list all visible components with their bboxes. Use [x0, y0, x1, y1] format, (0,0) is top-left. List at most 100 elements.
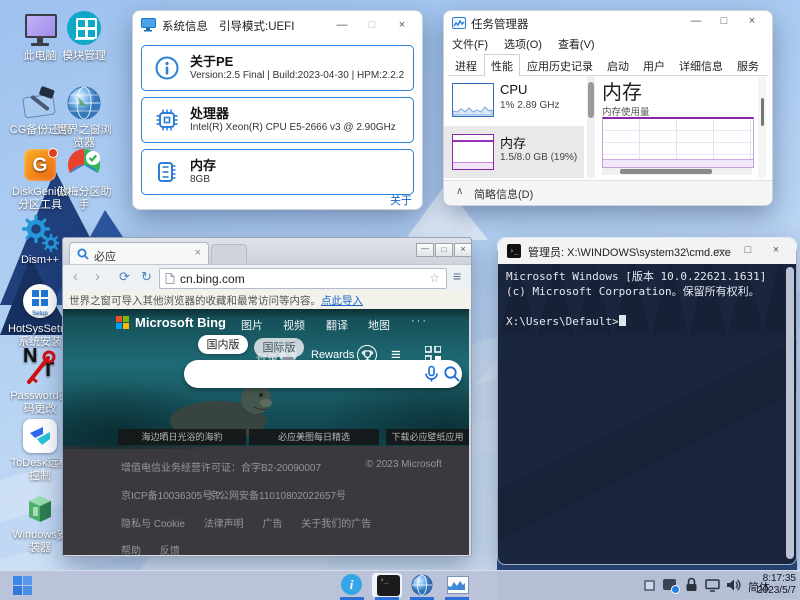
- bing-nav-images[interactable]: 图片: [241, 317, 263, 333]
- taskbar-app-browser[interactable]: [407, 573, 437, 597]
- close-button[interactable]: ×: [762, 237, 790, 263]
- back-button[interactable]: ‹: [73, 268, 78, 285]
- task-manager-titlebar[interactable]: 任务管理器 — □ ×: [444, 11, 772, 35]
- taskbar-app-taskmgr[interactable]: [442, 573, 472, 597]
- minimize-button[interactable]: —: [706, 237, 734, 263]
- bing-brand[interactable]: Microsoft Bing: [135, 315, 226, 330]
- intl-pill[interactable]: 国际版: [254, 338, 304, 357]
- search-icon[interactable]: [443, 365, 461, 383]
- desktop-icon-partition-assistant[interactable]: 傲梅分区助手: [52, 146, 116, 212]
- minimize-button[interactable]: —: [682, 9, 710, 33]
- memory-panel-title: 内存: [602, 76, 642, 105]
- search-box[interactable]: [184, 360, 462, 388]
- microsoft-logo: [116, 316, 129, 329]
- refresh-button[interactable]: ⟳: [119, 269, 130, 285]
- domestic-pill[interactable]: 国内版: [198, 335, 248, 354]
- tab-processes[interactable]: 进程: [448, 54, 484, 78]
- tab-details[interactable]: 详细信息: [672, 54, 730, 78]
- panel-scrollbar[interactable]: [758, 76, 766, 178]
- new-tab-button[interactable]: [211, 244, 247, 265]
- clock[interactable]: 8:17:35 2023/5/7: [742, 573, 796, 598]
- reload-button[interactable]: ↻: [141, 269, 152, 285]
- address-bar[interactable]: cn.bing.com ☆: [159, 268, 447, 289]
- address-text: cn.bing.com: [180, 272, 245, 286]
- ads-link[interactable]: 广告: [262, 519, 282, 530]
- network-tray-icon[interactable]: [705, 579, 720, 592]
- memory-label: 内存: [500, 133, 526, 152]
- cmd-titlebar[interactable]: ›_ 管理员: X:\WINDOWS\system32\cmd.exe — □ …: [498, 238, 796, 264]
- gears-icon: [21, 214, 59, 252]
- tab-services[interactable]: 服务: [730, 54, 766, 78]
- image-caption-mid[interactable]: 必应美图每日精选: [249, 429, 379, 445]
- taskbar-app-cmd[interactable]: ›_: [372, 573, 402, 598]
- tab-users[interactable]: 用户: [636, 54, 672, 78]
- lock-tray-icon[interactable]: [685, 577, 698, 592]
- image-caption-right[interactable]: 下载必应壁纸应用: [386, 429, 469, 445]
- module-manager-icon: [65, 10, 103, 48]
- desktop-icon-module-manager[interactable]: 模块管理: [52, 10, 116, 63]
- system-info-titlebar[interactable]: 系统信息 引导模式:UEFI — □ ×: [133, 11, 422, 39]
- about-link[interactable]: 关于: [390, 192, 412, 208]
- start-button[interactable]: [12, 575, 34, 597]
- memory-usage-graph: [602, 117, 754, 168]
- import-notice-text: 世界之窗可导入其他浏览器的收藏和最常访问等内容。: [69, 293, 321, 308]
- browser-minimize-button[interactable]: —: [416, 243, 434, 257]
- maximize-button[interactable]: □: [358, 11, 386, 39]
- card-title: 关于PE: [190, 51, 233, 70]
- bing-header: Microsoft Bing 图片 视频 翻译 地图 ···: [63, 313, 469, 333]
- tab-close-icon[interactable]: ×: [195, 247, 201, 259]
- tab-app-history[interactable]: 应用历史记录: [520, 54, 600, 78]
- maximize-button[interactable]: □: [710, 9, 738, 33]
- privacy-link[interactable]: 隐私与 Cookie: [121, 519, 185, 530]
- bing-nav-maps[interactable]: 地图: [368, 317, 390, 333]
- cmd-icon: ›_: [507, 244, 521, 258]
- tray-square-icon[interactable]: [644, 580, 655, 591]
- perf-memory-item[interactable]: 内存 1.5/8.0 GB (19%): [444, 126, 584, 178]
- icp-link[interactable]: 京ICP备10036305号-7: [121, 487, 221, 502]
- taskbar-app-sysinfo[interactable]: i: [337, 573, 367, 597]
- clock-date: 2023/5/7: [742, 585, 796, 597]
- cmd-line: (c) Microsoft Corporation。保留所有权利。: [506, 284, 782, 299]
- bing-nav-videos[interactable]: 视频: [283, 317, 305, 333]
- bookmark-star-icon[interactable]: ☆: [429, 271, 440, 285]
- cmd-scrollbar[interactable]: [786, 267, 794, 559]
- browser-close-button[interactable]: ×: [454, 243, 472, 257]
- bing-nav-translate[interactable]: 翻译: [326, 317, 348, 333]
- bing-nav-more-icon[interactable]: ···: [411, 315, 428, 327]
- volume-tray-icon[interactable]: [726, 578, 741, 592]
- forward-button[interactable]: ›: [95, 268, 100, 285]
- browser-maximize-button[interactable]: □: [435, 243, 453, 257]
- info-circle-icon: [155, 56, 179, 80]
- cmd-body[interactable]: Microsoft Windows [版本 10.0.22621.1631] (…: [498, 264, 796, 564]
- help-link[interactable]: 帮助: [121, 546, 141, 555]
- mic-icon[interactable]: [422, 365, 440, 383]
- menu-options[interactable]: 选项(O): [504, 36, 542, 52]
- memory-card[interactable]: 内存 8GB: [141, 149, 414, 195]
- close-button[interactable]: ×: [388, 11, 416, 39]
- import-link[interactable]: 点此导入: [321, 293, 363, 308]
- tab-performance[interactable]: 性能: [484, 54, 520, 78]
- browser-tab[interactable]: 必应 ×: [69, 242, 209, 265]
- cpu-card[interactable]: 处理器 Intel(R) Xeon(R) CPU E5-2666 v3 @ 2.…: [141, 97, 414, 143]
- about-pe-card[interactable]: 关于PE Version:2.5 Final | Build:2023-04-3…: [141, 45, 414, 91]
- perf-list-scrollbar[interactable]: [587, 76, 595, 178]
- copyright-text: © 2023 Microsoft: [366, 459, 442, 470]
- police-link[interactable]: 京公网安备11010802022657号: [209, 487, 346, 502]
- minimize-button[interactable]: —: [328, 11, 356, 39]
- menu-file[interactable]: 文件(F): [452, 36, 488, 52]
- about-ads-link[interactable]: 关于我们的广告: [301, 519, 371, 530]
- perf-cpu-item[interactable]: CPU 1% 2.89 GHz: [444, 76, 584, 126]
- browser-menu-icon[interactable]: ≡: [453, 268, 461, 284]
- close-button[interactable]: ×: [738, 9, 766, 33]
- tab-startup[interactable]: 启动: [600, 54, 636, 78]
- image-caption-left[interactable]: 海边晒日光浴的海豹: [118, 429, 246, 445]
- memory-graph-hscrollbar[interactable]: [602, 168, 752, 175]
- feedback-link[interactable]: 反馈: [160, 546, 180, 555]
- fewer-details-toggle[interactable]: 简略信息(D): [474, 186, 533, 202]
- installer-box-icon: [21, 489, 59, 527]
- legal-link[interactable]: 法律声明: [204, 519, 244, 530]
- ime-tray-icon[interactable]: [663, 579, 676, 590]
- desktop-icon-world-browser[interactable]: 世界之窗浏览器: [52, 84, 116, 150]
- maximize-button[interactable]: □: [734, 237, 762, 263]
- menu-view[interactable]: 查看(V): [558, 36, 595, 52]
